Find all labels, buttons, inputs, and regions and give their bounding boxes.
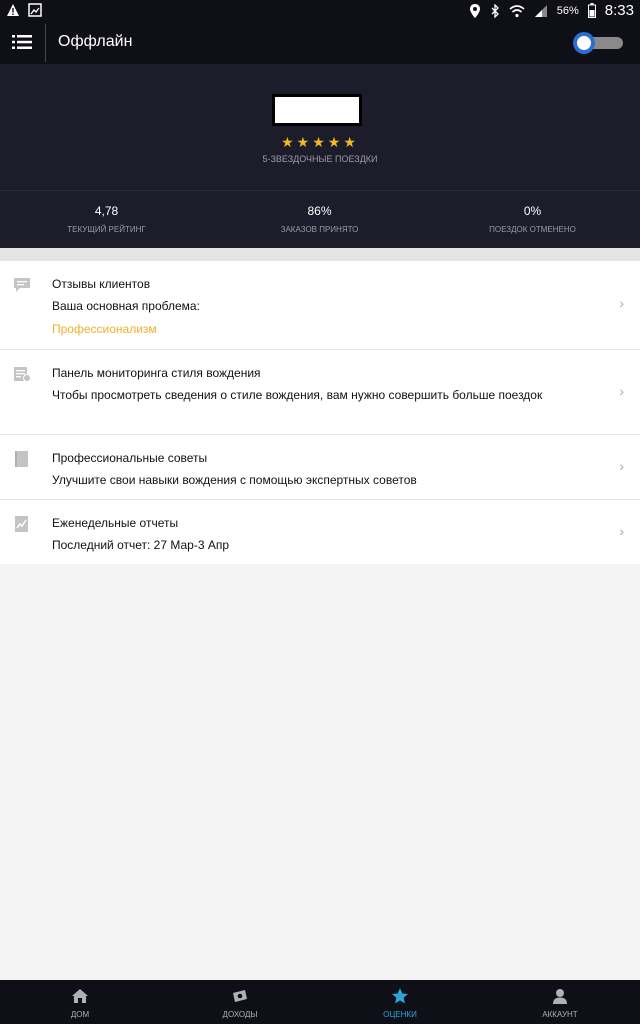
tab-earnings[interactable]: ДОХОДЫ (160, 980, 320, 1024)
main-issue-highlight: Профессионализм (52, 322, 157, 336)
stat-label: ТЕКУЩИЙ РЕЙТИНГ (67, 225, 146, 234)
item-title: Профессиональные советы (52, 451, 208, 465)
stat-acceptance: 86% ЗАКАЗОВ ПРИНЯТО (213, 204, 426, 234)
list-item-weekly-reports[interactable]: Еженедельные отчеты Последний отчет: 27 … (0, 500, 640, 564)
item-title: Отзывы клиентов (52, 277, 151, 291)
menu-list-icon (12, 35, 32, 49)
tab-label: АККАУНТ (542, 1010, 578, 1019)
clock: 8:33 (604, 2, 634, 19)
home-icon (72, 989, 88, 1003)
rating-header: ★★★★★ 5-ЗВЕЗДОЧНЫЕ ПОЕЗДКИ 4,78 ТЕКУЩИЙ … (0, 64, 640, 248)
stat-value: 0% (523, 204, 542, 218)
signal-icon (534, 4, 547, 17)
item-subtitle: Последний отчет: 27 Мар-3 Апр (52, 538, 230, 552)
stat-value: 86% (307, 204, 332, 218)
section-gap (0, 248, 640, 261)
bluetooth-icon (491, 3, 499, 18)
tab-ratings[interactable]: ОЦЕНКИ (320, 980, 480, 1024)
toggle-thumb (573, 32, 595, 54)
tab-account[interactable]: АККАУНТ (480, 980, 640, 1024)
item-title: Панель мониторинга стиля вождения (52, 366, 261, 380)
driver-name-redacted (272, 94, 362, 126)
item-subtitle: Улучшите свои навыки вождения с помощью … (52, 473, 417, 487)
book-icon (15, 451, 28, 467)
warning-icon (7, 4, 19, 16)
stat-cancellation: 0% ПОЕЗДОК ОТМЕНЕНО (426, 204, 639, 234)
person-icon (553, 989, 567, 1004)
list-item-customer-feedback[interactable]: Отзывы клиентов Ваша основная проблема: … (0, 261, 640, 350)
list-item-pro-tips[interactable]: Профессиональные советы Улучшите свои на… (0, 435, 640, 500)
chevron-right-icon: › (619, 383, 624, 399)
tab-label: ОЦЕНКИ (383, 1010, 417, 1019)
five-stars: ★★★★★ (281, 134, 359, 150)
item-title: Еженедельные отчеты (52, 516, 179, 530)
location-icon (469, 3, 480, 18)
status-bar: 56% 8:33 (0, 0, 640, 22)
list-item-driving-dashboard[interactable]: Панель мониторинга стиля вождения Чтобы … (0, 350, 640, 435)
tab-label: ДОМ (70, 1010, 90, 1019)
menu-button[interactable] (12, 34, 32, 50)
wifi-icon (509, 4, 525, 17)
five-star-trips-label: 5-ЗВЕЗДОЧНЫЕ ПОЕЗДКИ (262, 154, 378, 164)
item-subtitle: Чтобы просмотреть сведения о стиле вожде… (52, 388, 543, 402)
ratings-list: Отзывы клиентов Ваша основная проблема: … (0, 261, 640, 564)
battery-percent: 56% (556, 4, 579, 17)
dashboard-icon (14, 367, 31, 382)
hero-divider (0, 190, 640, 191)
bottom-nav: ДОМ ДОХОДЫ ОЦЕНКИ АККАУНТ (0, 980, 640, 1024)
status-title: Оффлайн (58, 33, 133, 50)
report-chart-icon (15, 516, 28, 532)
chevron-right-icon: › (619, 523, 624, 539)
battery-icon (587, 3, 596, 18)
stat-current-rating: 4,78 ТЕКУЩИЙ РЕЙТИНГ (0, 204, 213, 234)
star-icon (392, 988, 408, 1004)
stat-label: ПОЕЗДОК ОТМЕНЕНО (489, 225, 576, 234)
chevron-right-icon: › (619, 458, 624, 474)
item-subtitle: Ваша основная проблема: (52, 299, 200, 313)
chat-bubble-icon (14, 278, 30, 292)
tab-label: ДОХОДЫ (222, 1010, 258, 1019)
online-toggle[interactable] (573, 31, 625, 55)
app-bar: Оффлайн (0, 22, 640, 64)
stat-value: 4,78 (94, 204, 119, 218)
money-icon (233, 990, 247, 1002)
tab-home[interactable]: ДОМ (0, 980, 160, 1024)
appbar-divider (45, 24, 46, 62)
stat-label: ЗАКАЗОВ ПРИНЯТО (280, 225, 359, 234)
chevron-right-icon: › (619, 295, 624, 311)
image-notification-icon (28, 3, 42, 17)
